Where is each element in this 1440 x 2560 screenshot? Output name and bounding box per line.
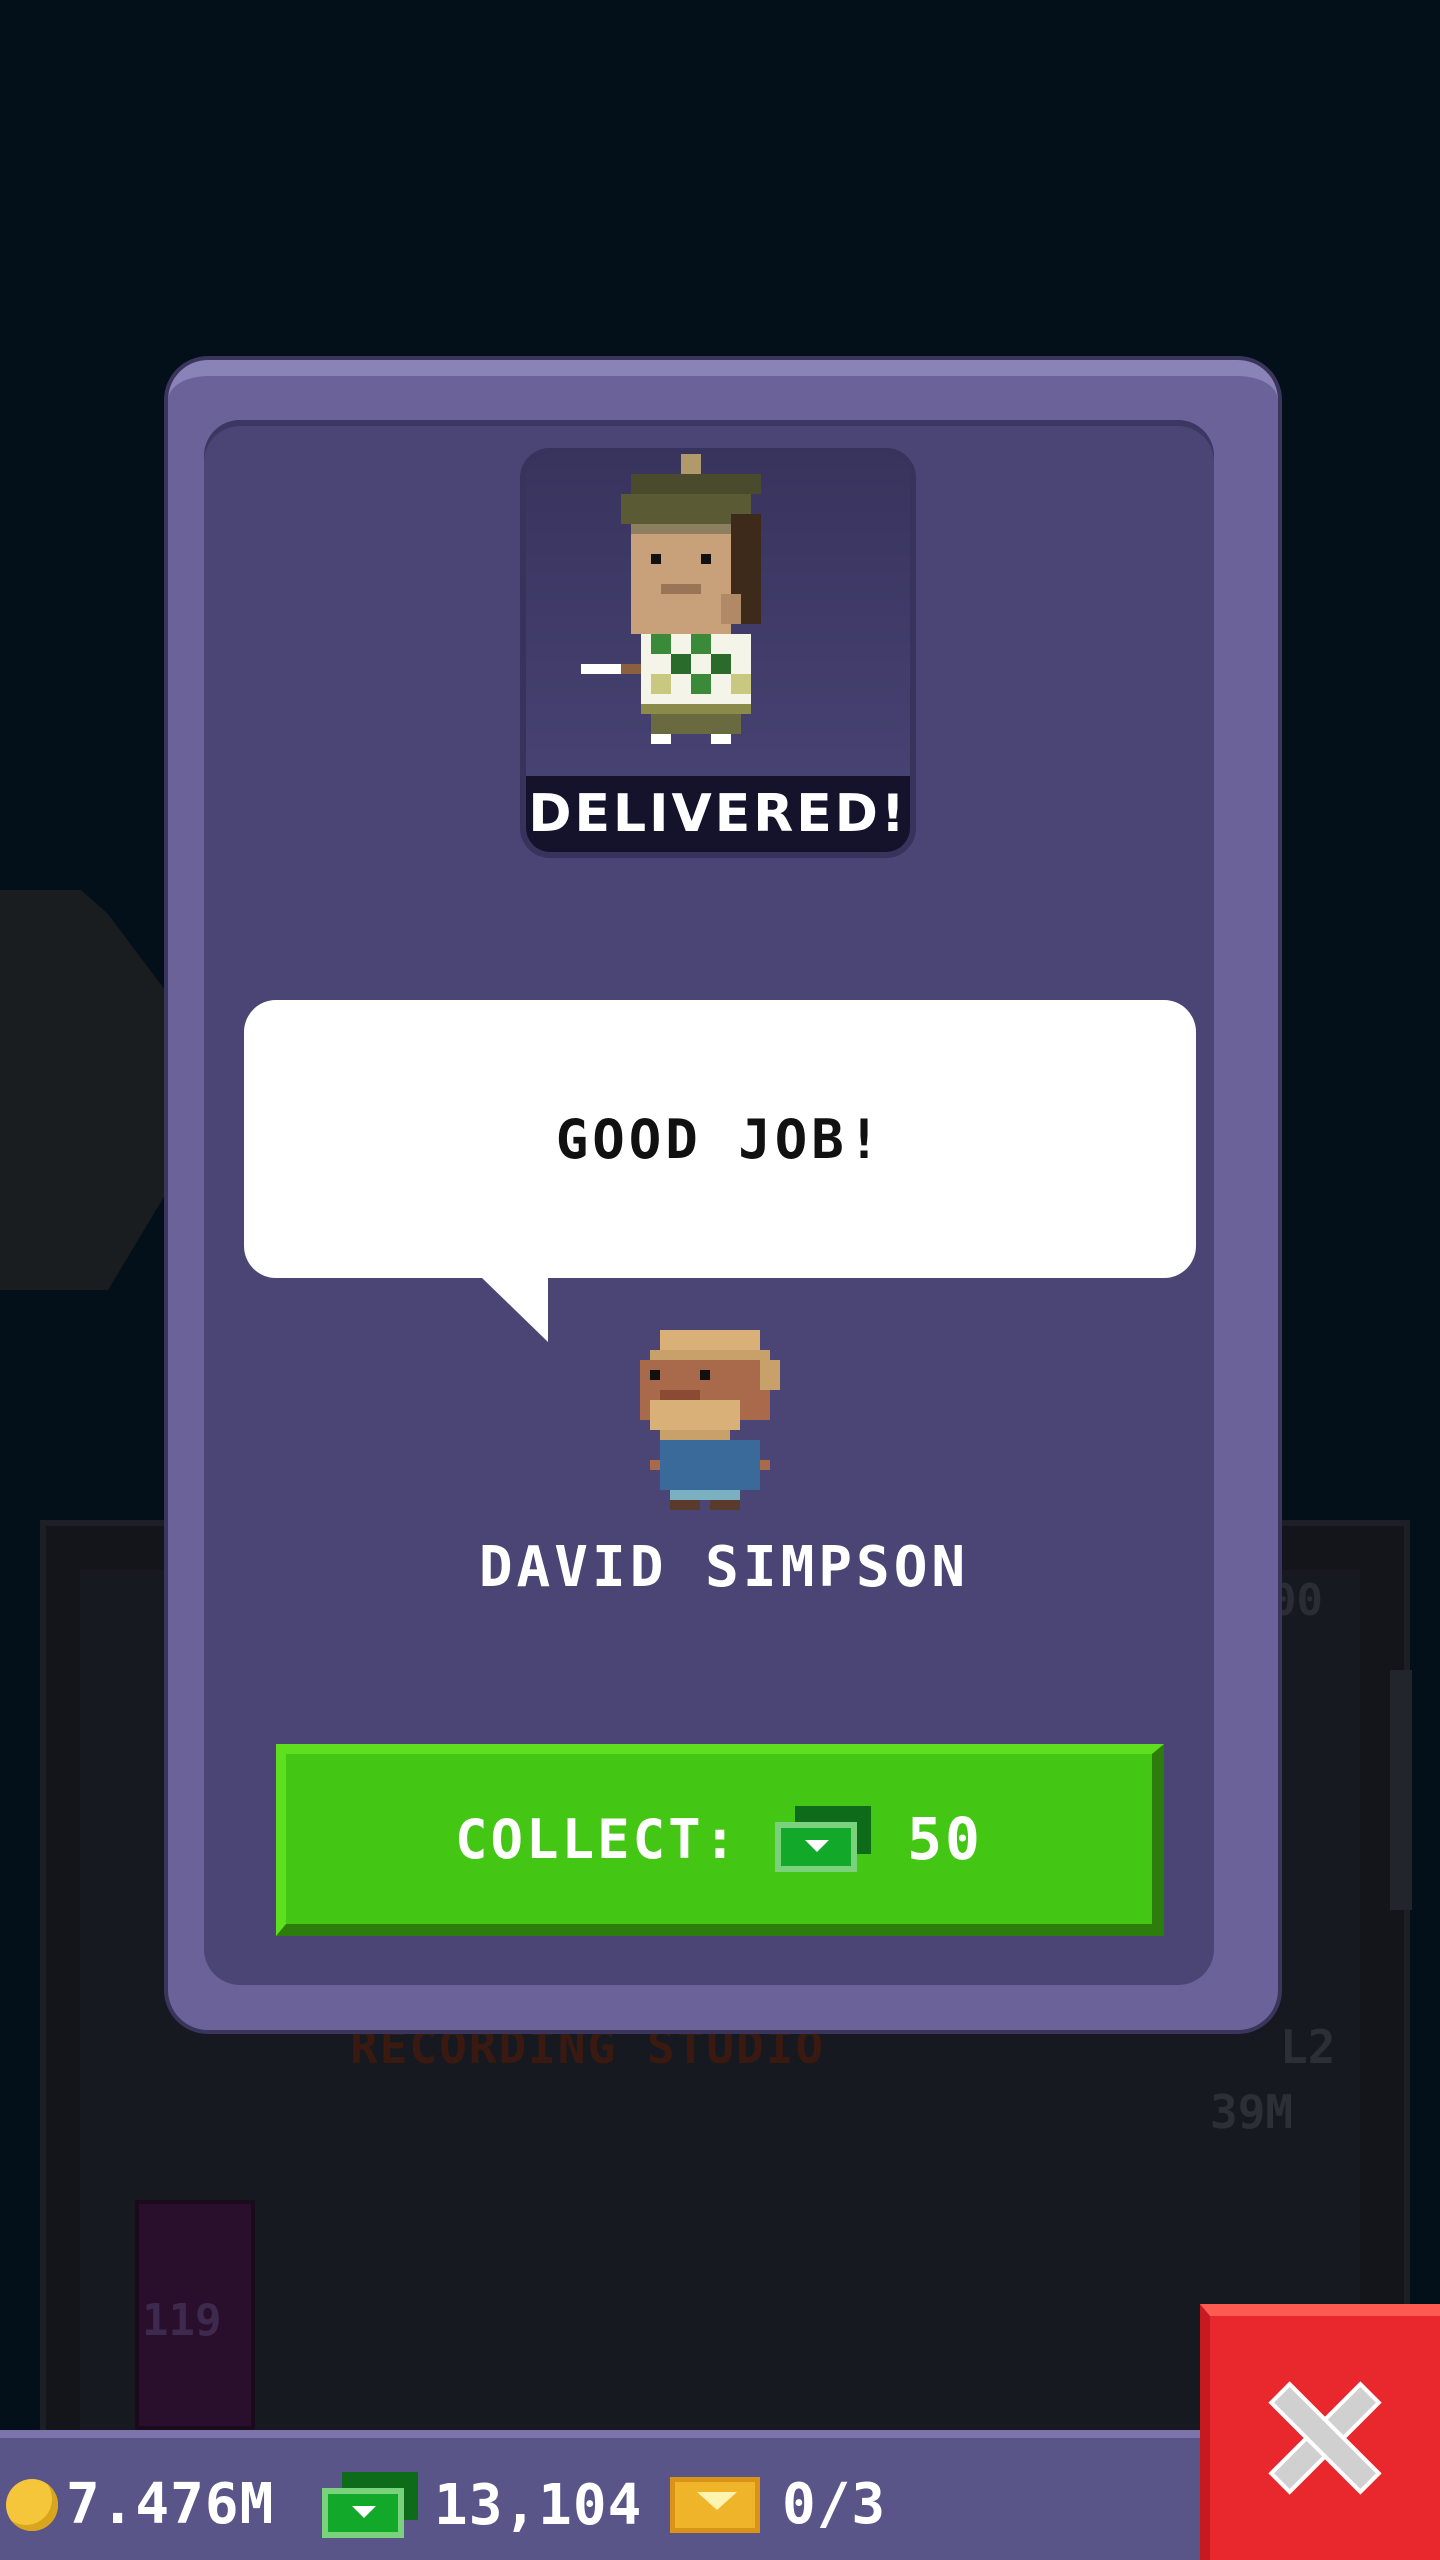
tickets-value: 0/3 — [782, 2472, 887, 2537]
speaker-name: DAVID SIMPSON — [478, 1535, 970, 1600]
close-icon — [1268, 2381, 1382, 2495]
bux-counter: 13,104 — [322, 2472, 642, 2538]
tickets-counter: 0/3 — [670, 2472, 886, 2537]
speech-text: GOOD JOB! — [555, 1107, 885, 1171]
game-screen: 00 RECORDING STUDIO L2 39M 119 DELIVERED… — [0, 0, 1440, 2560]
bux-value: 13,104 — [434, 2472, 643, 2538]
background-scrollbar — [1390, 1670, 1412, 1910]
speaker-avatar — [640, 1330, 780, 1510]
close-button[interactable] — [1200, 2304, 1440, 2560]
delivered-label: DELIVERED! — [528, 784, 908, 844]
golden-ticket-icon — [670, 2476, 760, 2533]
coin-icon — [6, 2478, 58, 2531]
background-floor-level: L2 — [1280, 2020, 1336, 2074]
speech-bubble: GOOD JOB! — [244, 1000, 1196, 1278]
collect-label: COLLECT: — [455, 1807, 740, 1871]
golfer-character-icon — [581, 454, 761, 744]
background-floor-price: 39M — [1210, 2085, 1294, 2139]
collect-amount: 50 — [907, 1805, 983, 1873]
delivered-banner: DELIVERED! — [526, 776, 910, 852]
coins-value: 7.476M — [66, 2472, 275, 2537]
bux-icon — [775, 1806, 872, 1872]
background-elevator-number: 119 — [142, 2295, 222, 2346]
delivered-character-portrait: DELIVERED! — [520, 448, 916, 858]
bux-icon — [322, 2472, 418, 2538]
coins-counter: 7.476M — [6, 2472, 274, 2537]
background-hill — [0, 890, 180, 1290]
collect-button[interactable]: COLLECT: 50 — [276, 1744, 1164, 1936]
